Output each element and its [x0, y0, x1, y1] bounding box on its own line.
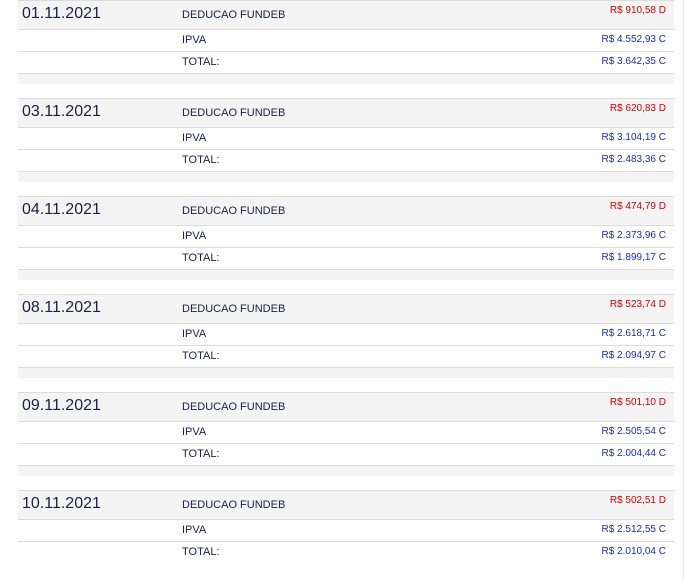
entry-value: R$ 620,83 D	[609, 103, 666, 114]
entry-value: R$ 474,79 D	[609, 201, 666, 212]
entry-value: R$ 2.512,55 C	[601, 524, 667, 535]
entry-value: R$ 2.618,71 C	[601, 328, 667, 339]
table-row: TOTAL: R$ 2.010,04 C	[18, 541, 674, 563]
row-divider	[18, 171, 674, 182]
row-divider	[18, 367, 674, 378]
date-group: 09.11.2021 DEDUCAO FUNDEB R$ 501,10 D IP…	[18, 378, 674, 476]
entry-value: R$ 2.373,96 C	[601, 230, 667, 241]
table-row: IPVA R$ 2.618,71 C	[18, 323, 674, 345]
table-row: IPVA R$ 2.512,55 C	[18, 519, 674, 541]
entry-value: R$ 2.483,36 C	[601, 154, 667, 165]
table-row: 10.11.2021 DEDUCAO FUNDEB R$ 502,51 D	[18, 490, 674, 519]
table-row: 09.11.2021 DEDUCAO FUNDEB R$ 501,10 D	[18, 392, 674, 421]
entry-value: R$ 910,58 D	[609, 5, 666, 16]
entry-label: DEDUCAO FUNDEB	[182, 303, 286, 315]
entry-label: DEDUCAO FUNDEB	[182, 107, 286, 119]
entry-label: TOTAL:	[182, 154, 220, 166]
entry-label: IPVA	[182, 524, 207, 536]
entry-value: R$ 3.642,35 C	[601, 56, 667, 67]
date-group: 03.11.2021 DEDUCAO FUNDEB R$ 620,83 D IP…	[18, 84, 674, 182]
entry-label: TOTAL:	[182, 546, 220, 558]
entry-label: DEDUCAO FUNDEB	[182, 401, 286, 413]
entry-label: IPVA	[182, 132, 207, 144]
left-gutter	[0, 0, 18, 581]
entry-label: IPVA	[182, 34, 207, 46]
table-row: IPVA R$ 4.552,93 C	[18, 29, 674, 51]
entry-value: R$ 2.004,44 C	[601, 448, 667, 459]
table-row: TOTAL: R$ 2.094,97 C	[18, 345, 674, 367]
row-divider	[18, 73, 674, 84]
table-row: IPVA R$ 3.104,19 C	[18, 127, 674, 149]
date-group: 10.11.2021 DEDUCAO FUNDEB R$ 502,51 D IP…	[18, 476, 674, 574]
entry-label: TOTAL:	[182, 350, 220, 362]
transactions-table: 01.11.2021 DEDUCAO FUNDEB R$ 910,58 D IP…	[18, 0, 674, 588]
entry-date: 04.11.2021	[22, 201, 101, 218]
entry-label: DEDUCAO FUNDEB	[182, 9, 286, 21]
table-row: TOTAL: R$ 2.483,36 C	[18, 149, 674, 171]
entry-date: 01.11.2021	[22, 5, 101, 22]
table-row: TOTAL: R$ 3.642,35 C	[18, 51, 674, 73]
entry-date: 03.11.2021	[22, 103, 101, 120]
table-row: TOTAL: R$ 2.004,44 C	[18, 443, 674, 465]
table-row: 01.11.2021 DEDUCAO FUNDEB R$ 910,58 D	[18, 0, 674, 29]
entry-date: 08.11.2021	[22, 299, 101, 316]
entry-value: R$ 2.010,04 C	[601, 546, 667, 557]
entry-value: R$ 4.552,93 C	[601, 34, 667, 45]
row-divider	[18, 465, 674, 476]
entry-label: IPVA	[182, 328, 207, 340]
table-row: 04.11.2021 DEDUCAO FUNDEB R$ 474,79 D	[18, 196, 674, 225]
date-group: 08.11.2021 DEDUCAO FUNDEB R$ 523,74 D IP…	[18, 280, 674, 378]
table-row: IPVA R$ 2.373,96 C	[18, 225, 674, 247]
entry-value: R$ 2.094,97 C	[601, 350, 667, 361]
entry-date: 09.11.2021	[22, 397, 101, 414]
entry-label: TOTAL:	[182, 448, 220, 460]
entry-date: 10.11.2021	[22, 495, 101, 512]
table-row: 03.11.2021 DEDUCAO FUNDEB R$ 620,83 D	[18, 98, 674, 127]
table-row: TOTAL: R$ 1.899,17 C	[18, 247, 674, 269]
entry-label: TOTAL:	[182, 56, 220, 68]
table-row: IPVA R$ 2.505,54 C	[18, 421, 674, 443]
entry-label: DEDUCAO FUNDEB	[182, 205, 286, 217]
entry-label: TOTAL:	[182, 252, 220, 264]
entry-label: DEDUCAO FUNDEB	[182, 499, 286, 511]
entry-value: R$ 3.104,19 C	[601, 132, 667, 143]
entry-value: R$ 2.505,54 C	[601, 426, 667, 437]
table-row: 08.11.2021 DEDUCAO FUNDEB R$ 523,74 D	[18, 294, 674, 323]
date-group: 01.11.2021 DEDUCAO FUNDEB R$ 910,58 D IP…	[18, 0, 674, 84]
row-divider	[18, 269, 674, 280]
entry-label: IPVA	[182, 230, 207, 242]
date-group: 04.11.2021 DEDUCAO FUNDEB R$ 474,79 D IP…	[18, 182, 674, 280]
entry-value: R$ 502,51 D	[609, 495, 666, 506]
entry-value: R$ 1.899,17 C	[601, 252, 667, 263]
entry-value: R$ 501,10 D	[609, 397, 666, 408]
entry-label: IPVA	[182, 426, 207, 438]
page: 01.11.2021 DEDUCAO FUNDEB R$ 910,58 D IP…	[0, 0, 684, 581]
entry-value: R$ 523,74 D	[609, 299, 666, 310]
